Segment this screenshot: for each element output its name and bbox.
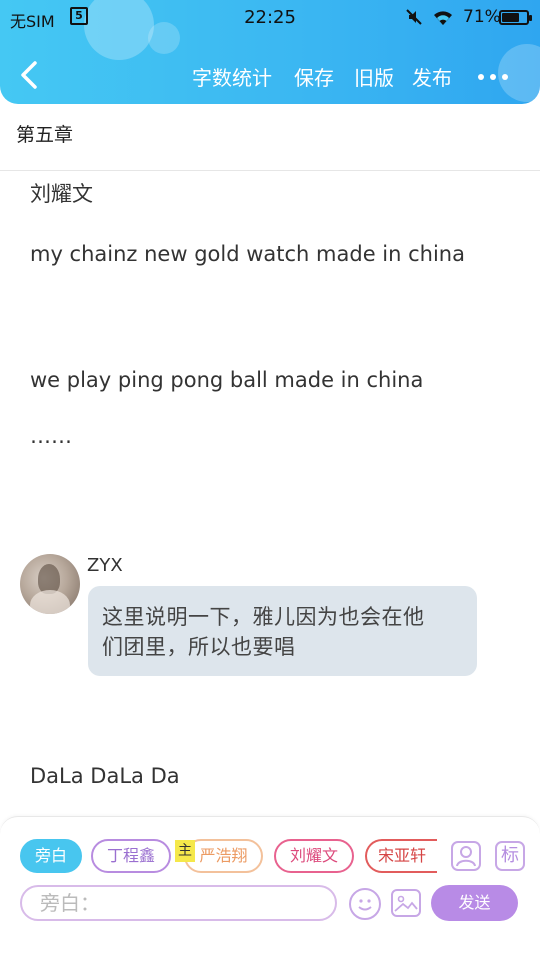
speaker-name: ZYX — [87, 555, 123, 576]
content-line[interactable]: …… — [30, 424, 72, 448]
role-chip-narrator[interactable]: 旁白 — [20, 839, 82, 873]
person-icon-glyph — [456, 846, 476, 867]
battery-percent: 71% — [463, 7, 501, 27]
emoji-icon[interactable] — [349, 888, 381, 920]
status-bar: 无SIM 5 22:25 71% — [0, 0, 540, 34]
avatar[interactable] — [20, 554, 80, 614]
person-icon[interactable] — [451, 841, 481, 871]
content-line[interactable]: 刘耀文 — [30, 178, 93, 208]
image-icon-glyph — [394, 895, 418, 912]
old-version-button[interactable]: 旧版 — [354, 62, 394, 91]
content-line[interactable]: my chainz new gold watch made in china — [30, 242, 465, 266]
role-chip[interactable]: 严浩翔 — [184, 839, 263, 873]
chat-message-line: 这里说明一下，雅儿因为也会在他 — [102, 605, 425, 629]
battery-icon — [499, 10, 532, 25]
dialogue-input[interactable]: 旁白： — [20, 885, 337, 921]
role-chip[interactable]: 丁程鑫 — [91, 839, 171, 873]
app-header: 无SIM 5 22:25 71% 字数统计 保存 旧版 发布 — [0, 0, 540, 104]
chat-message-line: 们团里，所以也要唱 — [102, 635, 296, 659]
role-chip[interactable]: 宋亚轩 — [365, 839, 437, 873]
more-dots-icon[interactable] — [478, 74, 508, 82]
chevron-left-icon[interactable] — [18, 60, 40, 90]
word-count-button[interactable]: 字数统计 — [192, 62, 272, 91]
clock: 22:25 — [244, 7, 296, 28]
role-chip[interactable]: 刘耀文 — [274, 839, 354, 873]
divider — [0, 170, 540, 171]
save-button[interactable]: 保存 — [294, 62, 334, 91]
emoji-icon-glyph — [358, 899, 372, 911]
publish-button[interactable]: 发布 — [412, 62, 452, 91]
wifi-icon — [434, 11, 452, 25]
tag-icon[interactable]: 标 — [495, 841, 525, 871]
mute-icon — [406, 9, 422, 25]
content-line[interactable]: we play ping pong ball made in china — [30, 368, 423, 392]
content-line[interactable]: DaLa DaLa Da — [30, 764, 180, 788]
app-bar: 字数统计 保存 旧版 发布 — [0, 34, 540, 104]
main-role-badge: 主 — [175, 840, 195, 862]
image-icon[interactable] — [391, 889, 421, 917]
chapter-title[interactable]: 第五章 — [16, 120, 73, 147]
chat-bubble[interactable]: 这里说明一下，雅儿因为也会在他 们团里，所以也要唱 — [88, 586, 477, 676]
send-button[interactable]: 发送 — [431, 885, 518, 921]
